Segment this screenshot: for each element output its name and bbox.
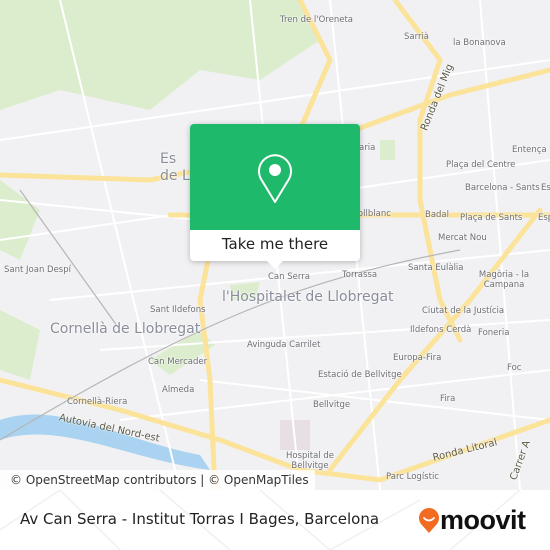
map-attribution[interactable]: © OpenStreetMap contributors | © OpenMap… [0,470,315,490]
map-label: Sarrià [404,32,430,42]
map-label: Mercat Nou [438,233,487,243]
map-label: Bellvitge [313,400,351,410]
map-label: Esp [541,183,550,193]
map-label: Esp [538,213,550,223]
map-label: Can Serra [268,272,310,282]
map-label: Sant Joan Despí [4,265,71,275]
map-label: Plaça del Centre [446,160,516,170]
map-label: Ciutat de la Justícia [422,306,505,316]
map-label: Barcelona - Sants [465,183,540,193]
city-label: l'Hospitalet de Llobregat [222,289,394,305]
moovit-pin-icon [419,507,439,533]
map-label: Badal [425,210,450,220]
map-label: Hospital de Bellvitge [285,451,334,471]
map-label: Foneria [478,328,510,338]
take-me-there-button[interactable]: Take me there [190,230,360,261]
map-label: Sant Ildefons [150,305,206,315]
popup-pointer [267,261,283,269]
map-label: Magòria - la Campana [478,270,530,290]
map-label: Estació de Bellvitge [318,370,402,380]
map-label: Tren de l'Oreneta [280,15,353,25]
map-label: Almeda [162,385,195,395]
location-popup: Take me there [190,124,360,269]
moovit-logo[interactable]: moovit [418,505,526,536]
map-label: Europa-Fira [393,353,442,363]
map-label: Torrassa [342,270,378,280]
map-label: Avinguda Carrilet [247,340,321,350]
stop-title: Av Can Serra - Institut Torras I Bages, … [20,510,380,528]
map-label: Foc [507,363,522,373]
map-label: Can Mercader [148,357,208,367]
map-label: la Bonanova [453,38,506,48]
map-pin-icon [258,154,292,203]
moovit-wordmark: moovit [440,505,526,535]
map-label: Santa Eulàlia [408,263,464,273]
map-label: Fira [440,394,456,404]
map-label: Parc Logístic [386,472,439,482]
city-label: Cornellà de Llobregat [50,321,201,337]
city-label: Es de L [160,151,190,184]
map-label: aria [359,143,376,153]
map-label: Plaça de Sants [460,213,523,223]
map-label: Entença [512,145,547,155]
popup-header [190,124,360,230]
map-label: Ildefons Cerdà [410,325,472,335]
map-label: Cornellà-Riera [67,397,128,407]
